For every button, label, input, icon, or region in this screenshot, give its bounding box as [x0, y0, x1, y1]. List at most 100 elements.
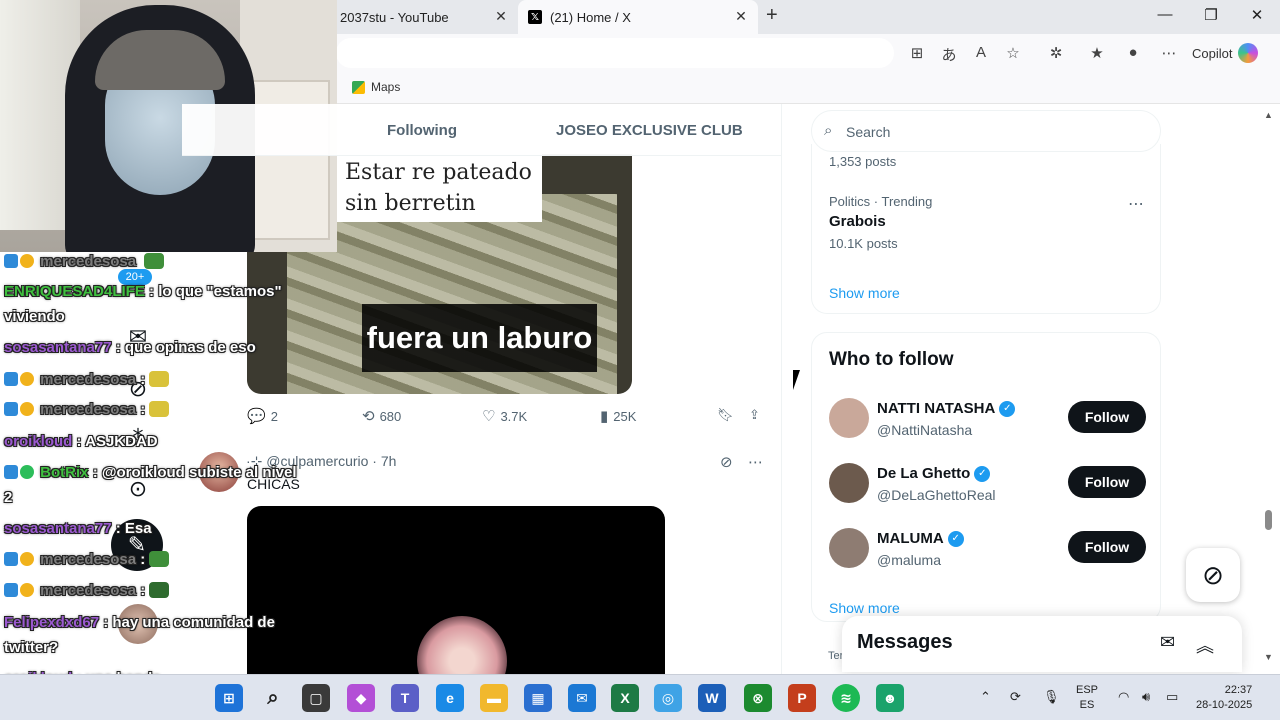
- store-icon[interactable]: ▦: [524, 684, 552, 712]
- copilot-app-icon[interactable]: ◆: [347, 684, 375, 712]
- show-more-link[interactable]: Show more: [829, 600, 900, 616]
- expand-icon[interactable]: ︽: [1196, 632, 1214, 658]
- extensions-icon[interactable]: ✲: [1045, 44, 1067, 62]
- bookmark-icon[interactable]: 🔖︎: [717, 407, 734, 423]
- follow-button[interactable]: Follow: [1068, 466, 1146, 498]
- post-more-icon[interactable]: ⋯: [748, 453, 763, 471]
- microphone-icon[interactable]: 🎙︎: [1043, 689, 1060, 705]
- word-icon[interactable]: W: [698, 684, 726, 712]
- profile-icon[interactable]: ●: [1122, 44, 1144, 61]
- favorites-icon[interactable]: ★: [1086, 44, 1108, 62]
- tab-x-home[interactable]: 𝕏 (21) Home / X ✕: [518, 0, 758, 34]
- read-aloud-icon[interactable]: A: [970, 44, 992, 61]
- xbox-icon[interactable]: ⊗: [744, 684, 772, 712]
- translate-icon[interactable]: あ: [938, 44, 960, 65]
- spotify-icon[interactable]: ≋: [832, 684, 860, 712]
- emote-icon: [149, 551, 170, 567]
- volume-icon[interactable]: 🔊︎: [1142, 689, 1150, 705]
- chat-badge-icon: [4, 552, 18, 566]
- copilot-button[interactable]: Copilot: [1192, 43, 1259, 63]
- messages-title: Messages: [857, 631, 953, 653]
- scrollbar-thumb[interactable]: [1265, 510, 1272, 530]
- messages-drawer[interactable]: Messages ✉ ︽: [842, 616, 1242, 672]
- powerpoint-icon[interactable]: P: [788, 684, 816, 712]
- maps-icon: [352, 80, 365, 94]
- tray-overflow-icon[interactable]: ⌃: [980, 689, 991, 705]
- battery-icon[interactable]: ▭: [1166, 689, 1178, 705]
- file-explorer-icon[interactable]: ▬: [480, 684, 508, 712]
- show-more-link[interactable]: Show more: [829, 285, 900, 301]
- sync-icon[interactable]: ⟳: [1010, 689, 1021, 705]
- chat-message: mercedesosa :: [4, 582, 170, 599]
- repost-icon: ⟲: [362, 408, 375, 425]
- restore-icon[interactable]: ❐: [1196, 6, 1226, 24]
- favorite-star-icon[interactable]: ☆: [1002, 44, 1024, 62]
- terms-link[interactable]: Ter: [828, 650, 843, 662]
- date: 28-10-2025: [1196, 699, 1253, 711]
- url-input[interactable]: [336, 38, 894, 68]
- grok-button[interactable]: ⊘: [1186, 548, 1240, 602]
- repost-button[interactable]: ⟲ 680: [362, 407, 401, 425]
- scroll-up-icon[interactable]: ▲: [1264, 110, 1273, 120]
- apps-icon[interactable]: ⊞: [906, 44, 928, 62]
- edge-icon[interactable]: e: [436, 684, 464, 712]
- close-window-icon[interactable]: ✕: [1242, 6, 1272, 24]
- task-view-icon[interactable]: ▢: [302, 684, 330, 712]
- taskbar: ⊞ ⌕ ▢ ◆ T e ▬ ▦ ✉ X ◎ W ⊗ P ≋ ☻ ⌃ ⟳ 🎙︎ E…: [0, 674, 1280, 720]
- user-handle: @DeLaGhettoReal: [877, 487, 996, 503]
- close-tab-icon[interactable]: ✕: [492, 8, 510, 25]
- new-tab-icon[interactable]: +: [766, 4, 778, 27]
- favorite-maps[interactable]: Maps: [352, 80, 400, 94]
- avatar[interactable]: [829, 528, 869, 568]
- follow-suggestion[interactable]: NATTI NATASHA ✓ @NattiNatasha Follow: [812, 392, 1162, 452]
- follow-suggestion[interactable]: De La Ghetto ✓ @DeLaGhettoReal Follow: [812, 457, 1162, 517]
- search-icon[interactable]: ⌕: [259, 684, 287, 712]
- wifi-icon[interactable]: ◠: [1118, 689, 1129, 705]
- mail-icon[interactable]: ✉: [568, 684, 596, 712]
- share-icon[interactable]: ⇪: [749, 407, 760, 423]
- scrollbar[interactable]: ▲ ▼: [1262, 104, 1276, 674]
- stream-chat-overlay: mercedesosa ENRIQUESAD4LIFE : lo que "es…: [0, 252, 330, 720]
- language-indicator[interactable]: ESP ES: [1076, 683, 1098, 713]
- more-icon[interactable]: ⋯: [1158, 44, 1180, 62]
- search-input[interactable]: ⌕ Search: [811, 110, 1161, 152]
- tab-following[interactable]: Following: [387, 122, 457, 139]
- tab-title: (21) Home / X: [550, 9, 631, 25]
- teams-icon[interactable]: T: [391, 684, 419, 712]
- minimize-icon[interactable]: —: [1150, 6, 1180, 23]
- chat-message: oroikloud : ASJKDAD: [4, 433, 158, 450]
- avatar[interactable]: [829, 463, 869, 503]
- follow-button[interactable]: Follow: [1068, 401, 1146, 433]
- excel-icon[interactable]: X: [611, 684, 639, 712]
- tab-joseo-exclusive-club[interactable]: JOSEO EXCLUSIVE CLUB: [556, 122, 743, 139]
- grok-icon[interactable]: ⊘: [720, 453, 733, 471]
- like-button[interactable]: ♡ 3.7K: [482, 407, 527, 425]
- chat-badge-icon: [4, 254, 18, 268]
- start-icon[interactable]: ⊞: [215, 684, 243, 712]
- follow-suggestion[interactable]: MALUMA ✓ @maluma Follow: [812, 522, 1162, 582]
- chat-message: viviendo: [4, 308, 65, 325]
- views-button[interactable]: ▮ 25K: [600, 407, 636, 425]
- close-tab-icon[interactable]: ✕: [732, 8, 750, 25]
- chat-message: mercedesosa :: [4, 401, 170, 418]
- scroll-down-icon[interactable]: ▼: [1264, 652, 1273, 662]
- trends-panel: 1,353 posts Politics · Trending Grabois …: [811, 144, 1161, 314]
- chat-badge-icon: [20, 254, 34, 268]
- tab-youtube[interactable]: 2037stu - YouTube ✕: [330, 0, 518, 34]
- emote-icon: [149, 582, 170, 598]
- avatar[interactable]: [829, 398, 869, 438]
- verified-badge-icon: ✓: [974, 465, 991, 482]
- follow-button[interactable]: Follow: [1068, 531, 1146, 563]
- trend-name: Grabois: [829, 213, 886, 230]
- clock[interactable]: 22:37 28-10-2025: [1196, 683, 1252, 713]
- emote-icon: [149, 371, 170, 387]
- chat-app-icon[interactable]: ☻: [876, 684, 904, 712]
- user-handle: @maluma: [877, 552, 942, 568]
- chat-message: 2: [4, 489, 13, 506]
- media-caption-bottom: fuera un laburo: [362, 304, 597, 372]
- trend-more-icon[interactable]: ⋯: [1128, 194, 1144, 214]
- photos-icon[interactable]: ◎: [654, 684, 682, 712]
- chat-badge-icon: [20, 465, 34, 479]
- chat-message: twitter?: [4, 639, 59, 656]
- new-message-icon[interactable]: ✉: [1160, 632, 1175, 653]
